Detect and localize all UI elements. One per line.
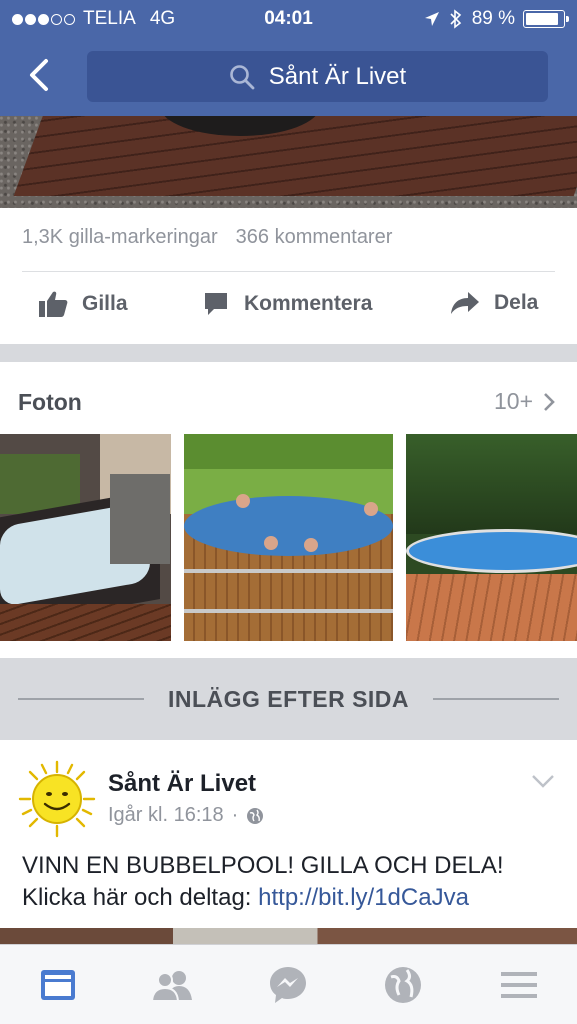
search-text: Sånt Är Livet	[268, 62, 407, 90]
location-icon	[424, 11, 440, 27]
post-text-line: VINN EN BUBBELPOOL! GILLA OCH DELA!	[22, 852, 504, 879]
share-label: Dela	[494, 291, 539, 314]
photo-thumbnail[interactable]	[184, 434, 393, 641]
tab-bar	[0, 944, 577, 1024]
bluetooth-icon	[450, 9, 462, 29]
photos-title: Foton	[18, 389, 82, 415]
feed-post: Sånt Är Livet Igår kl. 16:18 · VINN EN B…	[0, 740, 577, 940]
comment-button[interactable]: Kommentera	[202, 290, 372, 318]
section-title: INLÄGG EFTER SIDA	[167, 686, 410, 712]
share-button[interactable]: Dela	[450, 290, 538, 316]
thumbs-up-icon	[39, 291, 68, 317]
comments-count[interactable]: 366 kommentarer	[236, 226, 393, 249]
globe-icon	[385, 967, 421, 1003]
likes-count[interactable]: 1,3K gilla-markeringar	[22, 226, 218, 249]
tab-notifications[interactable]	[381, 965, 425, 1005]
photos-count: 10+	[493, 388, 533, 414]
friends-icon	[150, 971, 192, 1002]
post-image[interactable]	[0, 116, 577, 208]
chevron-right-icon	[544, 392, 555, 411]
meta-separator: ·	[231, 804, 239, 826]
comment-icon	[205, 293, 227, 315]
post-link[interactable]: http://bit.ly/1dCaJva	[258, 884, 469, 911]
post-options-button[interactable]	[531, 774, 555, 793]
photos-header: Foton 10+	[0, 362, 577, 432]
nav-header: TELIA 4G 04:01 89 % Sånt Är Livet	[0, 0, 577, 116]
post-meta: Igår kl. 16:18 ·	[108, 804, 264, 827]
news-feed-icon	[41, 970, 75, 1000]
search-icon	[229, 64, 255, 89]
battery-icon	[523, 10, 569, 28]
post-text-line: Klicka här och deltag: http://bit.ly/1dC…	[22, 882, 504, 914]
tab-messenger[interactable]	[266, 965, 310, 1005]
status-bar: TELIA 4G 04:01 89 %	[0, 0, 577, 40]
globe-icon	[247, 807, 264, 824]
comment-label: Kommentera	[244, 292, 373, 315]
post-author[interactable]: Sånt Är Livet	[108, 770, 256, 798]
post-actions: Gilla Kommentera Dela	[0, 282, 577, 338]
section-header: INLÄGG EFTER SIDA	[0, 658, 577, 740]
photos-see-all-button[interactable]: 10+	[494, 388, 555, 415]
photo-thumbnail[interactable]	[0, 434, 171, 641]
post-text-prefix: Klicka här och deltag:	[22, 884, 259, 911]
menu-icon	[501, 972, 537, 998]
search-input[interactable]: Sånt Är Livet	[87, 51, 548, 102]
battery-percent: 89 %	[471, 8, 515, 29]
tab-friends[interactable]	[150, 965, 194, 1005]
messenger-icon	[270, 967, 306, 1003]
share-icon	[451, 292, 479, 314]
divider	[22, 271, 555, 272]
post-body: VINN EN BUBBELPOOL! GILLA OCH DELA! Klic…	[22, 850, 504, 914]
like-label: Gilla	[82, 292, 128, 315]
section-gap	[0, 344, 577, 362]
chevron-down-icon	[532, 775, 554, 788]
tab-news-feed[interactable]	[36, 965, 80, 1005]
post-stats: 1,3K gilla-markeringar 366 kommentarer	[22, 226, 410, 249]
chevron-left-icon	[30, 59, 48, 91]
post-timestamp[interactable]: Igår kl. 16:18	[108, 804, 224, 827]
photo-thumbnail[interactable]	[406, 434, 577, 641]
tab-more[interactable]	[497, 965, 541, 1005]
like-button[interactable]: Gilla	[38, 290, 128, 318]
page-avatar[interactable]	[18, 760, 96, 838]
back-button[interactable]	[22, 56, 56, 94]
sun-logo-icon	[18, 760, 96, 838]
